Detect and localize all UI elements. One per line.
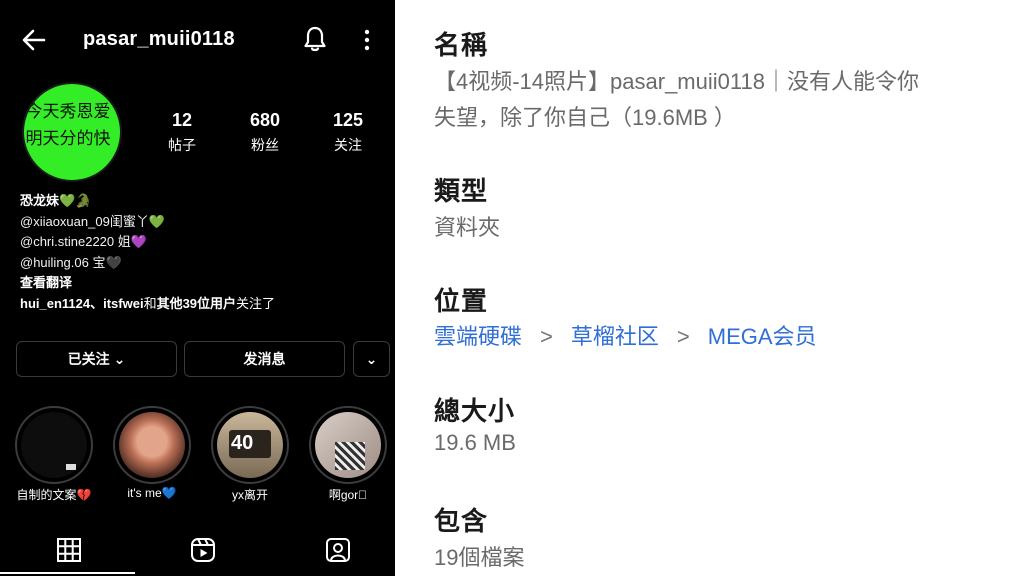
size-value: 19.6 MB xyxy=(434,430,516,455)
bio-name: 恐龙妹💚🐊 xyxy=(20,193,92,208)
avatar-text-line: 今天秀恩爱 xyxy=(25,102,111,121)
profile-panel: pasar_muii0118 今天秀恩爱 明天分的快 12 帖子 680 粉丝 … xyxy=(0,0,395,576)
following-stat[interactable]: 125 关注 xyxy=(318,110,378,155)
highlight-label: 自制的文案💔 xyxy=(16,488,92,502)
followed-by-suffix: 关注了 xyxy=(236,295,276,311)
followers-stat[interactable]: 680 粉丝 xyxy=(235,110,295,155)
type-value: 資料夾 xyxy=(434,215,501,240)
type-title: 類型 xyxy=(434,176,489,206)
bio-line[interactable]: @chri.stine2220 姐💜 xyxy=(20,232,275,253)
highlight-cover xyxy=(21,412,87,478)
followers-label: 粉丝 xyxy=(251,137,279,153)
name-title: 名稱 xyxy=(434,30,489,60)
size-title: 總大小 xyxy=(434,396,516,426)
location-separator: > xyxy=(676,324,690,349)
profile-username: pasar_muii0118 xyxy=(83,28,235,50)
following-count: 125 xyxy=(332,110,364,130)
highlight-label: yx离开 xyxy=(231,488,268,502)
tagged-icon[interactable] xyxy=(324,536,352,564)
highlight-item[interactable] xyxy=(309,406,387,484)
following-button[interactable]: 已关注 ⌄ xyxy=(16,341,177,377)
followers-count: 680 xyxy=(249,110,281,130)
avatar[interactable]: 今天秀恩爱 明天分的快 xyxy=(22,82,122,182)
highlight-item[interactable]: 40 xyxy=(211,406,289,484)
contains-title: 包含 xyxy=(434,506,489,536)
translate-link[interactable]: 查看翻译 xyxy=(20,273,275,294)
name-value-line1: 【4视频-14照片】pasar_muii0118｜没有人能令你 xyxy=(434,69,919,94)
highlight-item[interactable] xyxy=(113,406,191,484)
posts-stat[interactable]: 12 帖子 xyxy=(152,110,212,155)
posts-count: 12 xyxy=(171,110,193,130)
more-vertical-icon[interactable] xyxy=(357,26,377,54)
profile-tabs xyxy=(0,528,395,576)
top-bar: pasar_muii0118 xyxy=(0,20,395,60)
followed-by-others: 其他39位用户 xyxy=(156,295,237,311)
location-title: 位置 xyxy=(434,286,489,316)
location-crumb[interactable]: 草榴社区 xyxy=(571,324,659,349)
location-crumb[interactable]: 雲端硬碟 xyxy=(434,324,522,349)
message-button[interactable]: 发消息 xyxy=(184,341,345,377)
bell-icon[interactable] xyxy=(302,25,328,53)
highlight-cover xyxy=(119,412,185,478)
grid-icon[interactable] xyxy=(55,536,83,564)
suggested-dropdown-button[interactable]: ⌄ xyxy=(353,341,390,377)
location-path: 雲端硬碟 > 草榴社区 > MEGA会员 xyxy=(434,319,817,351)
location-separator: > xyxy=(540,324,553,349)
properties-panel: 名稱 【4视频-14照片】pasar_muii0118｜没有人能令你 失望，除了… xyxy=(395,0,1024,576)
highlight-label: it's me💙 xyxy=(127,486,177,500)
bio-line[interactable]: @xiiaoxuan_09闺蜜丫💚 xyxy=(20,212,275,233)
followed-by-users: hui_en1124、itsfwei xyxy=(20,295,144,311)
contains-value: 19個檔案 xyxy=(434,545,525,570)
profile-bio: 恐龙妹💚🐊 @xiiaoxuan_09闺蜜丫💚 @chri.stine2220 … xyxy=(20,191,275,314)
back-arrow-icon[interactable] xyxy=(20,26,48,54)
avatar-text-line: 明天分的快 xyxy=(25,129,111,148)
bio-line[interactable]: @huiling.06 宝🖤 xyxy=(20,253,275,274)
highlight-label: 啊gor  xyxy=(328,488,368,502)
following-label: 关注 xyxy=(334,137,362,153)
active-tab-indicator xyxy=(0,572,135,574)
name-value-line2: 失望，除了你自己（19.6MB ） xyxy=(434,105,736,130)
highlight-cover xyxy=(315,412,381,478)
posts-label: 帖子 xyxy=(168,137,196,153)
highlight-badge: 40 xyxy=(231,432,254,454)
reels-icon[interactable] xyxy=(189,536,217,564)
highlight-item[interactable] xyxy=(15,406,93,484)
location-crumb[interactable]: MEGA会员 xyxy=(708,324,817,349)
followed-by[interactable]: hui_en1124、itsfwei和其他39位用户关注了 xyxy=(20,294,275,315)
highlight-cover: 40 xyxy=(217,412,283,478)
followed-by-and: 和 xyxy=(143,295,157,311)
